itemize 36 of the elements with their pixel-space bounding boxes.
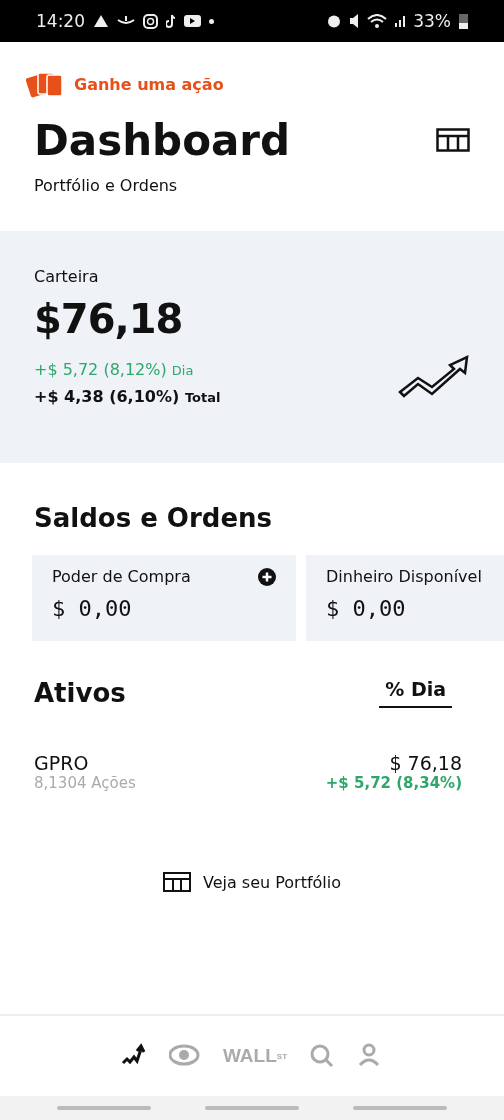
- play-icon: [184, 15, 201, 27]
- add-icon[interactable]: [258, 567, 276, 586]
- wifi-icon: [367, 14, 388, 28]
- page-subtitle: Portfólio e Ordens: [34, 176, 179, 196]
- portfolio-value: $76,18: [34, 296, 184, 343]
- day-change: +$ 5,72 (8,12%) Dia: [34, 360, 195, 380]
- balance-label: Dinheiro Disponível: [326, 567, 482, 587]
- balance-value: $ 0,00: [52, 596, 133, 622]
- portfolio-link[interactable]: Veja seu Portfólio: [202, 872, 342, 892]
- asset-shares: 8,1304 Ações: [34, 774, 136, 793]
- battery-icon: [459, 13, 468, 29]
- signal-icon: [395, 15, 406, 27]
- warning-icon: [93, 14, 109, 28]
- table-icon: [162, 872, 191, 893]
- balance-card[interactable]: Poder de Compra $ 0,00: [32, 555, 296, 642]
- section-title: Ativos: [34, 678, 126, 709]
- balance-label: Poder de Compra: [52, 567, 191, 587]
- portfolio-label: Carteira: [34, 267, 100, 287]
- page-title: Dashboard: [34, 118, 291, 165]
- asset-change: +$ 5,72 (8,34%): [325, 774, 462, 793]
- camera-icon: [143, 13, 158, 29]
- asset-price: $ 76,18: [388, 752, 462, 775]
- music-note-icon: [166, 14, 176, 28]
- total-change: +$ 4,38 (6,10%) Total: [34, 387, 221, 407]
- dot-icon: [209, 18, 214, 24]
- balance-value: $ 0,00: [326, 596, 407, 622]
- mute-icon: [349, 14, 360, 28]
- section-title: Saldos e Ordens: [34, 503, 274, 534]
- cards-icon: [26, 70, 64, 98]
- battery-percentage: 33%: [413, 11, 451, 31]
- status-time: 14:20: [36, 11, 85, 31]
- sort-tab[interactable]: % Dia: [379, 677, 452, 709]
- promo-link[interactable]: Ganhe uma ação: [74, 74, 224, 94]
- balance-card[interactable]: Dinheiro Disponível $ 0,00: [306, 555, 504, 642]
- asset-symbol[interactable]: GPRO: [34, 752, 136, 775]
- table-icon[interactable]: [436, 128, 470, 152]
